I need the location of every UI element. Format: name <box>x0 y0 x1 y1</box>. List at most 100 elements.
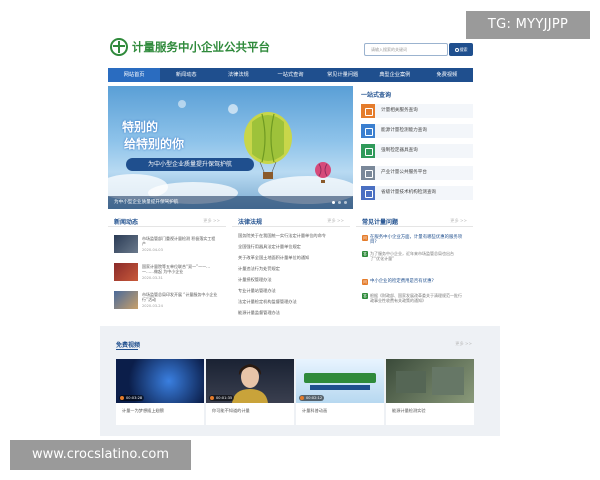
site-title[interactable]: 计量服务中小企业公共平台 <box>132 39 270 55</box>
faq-answer: 为了服务中小企业，近年来市场监管总局也出台了“优化计量” <box>362 251 464 261</box>
video-card[interactable]: 能源计量检测实验 <box>386 359 474 425</box>
banner-headline-1: 特别的 <box>122 120 159 134</box>
video-thumbnail <box>386 359 474 403</box>
video-card[interactable]: 00:02:12 计量科普动画 <box>296 359 384 425</box>
quick-item-provincial[interactable]: 省级计量技术机构检测查询 <box>361 186 473 200</box>
video-duration-badge: 00:03:28 <box>119 395 145 401</box>
video-section: 免费视频 更多 >> 00:03:28 计量—为梦想插上翅膀 00:01:35 … <box>100 326 500 436</box>
watermark-top-right: TG: MYYJJPP <box>466 11 590 39</box>
carousel-dot[interactable] <box>338 201 341 204</box>
news-item[interactable]: 市场监管总局印发开展 “计量服务中小企业行”活动 2020-03-24 <box>114 291 219 311</box>
play-icon <box>120 396 124 400</box>
quick-item-label: 能源计量检测能力查询 <box>381 128 427 133</box>
nav-item-home[interactable]: 网站首页 <box>108 68 161 82</box>
energy-icon <box>361 124 375 138</box>
page: 计量服务中小企业公共平台 请输入搜索的关键词 搜索 网站首页 新闻动态 法律法规… <box>108 32 473 345</box>
video-duration: 00:01:35 <box>216 396 233 400</box>
quick-item-energy[interactable]: 能源计量检测能力查询 <box>361 124 473 138</box>
play-icon <box>300 396 304 400</box>
laws-header: 法律法规 更多 >> <box>232 215 350 227</box>
news-item-text: 市场监管部门重视计量检测 积极落实工程产 <box>142 236 216 247</box>
nav-item-faq[interactable]: 常见计量问题 <box>317 68 369 82</box>
search-button[interactable]: 搜索 <box>449 43 473 56</box>
video-card[interactable]: 00:03:28 计量—为梦想插上翅膀 <box>116 359 204 425</box>
instrument-icon <box>361 144 375 158</box>
video-card-title: 你可能不知道的计量 <box>212 408 250 413</box>
faq-more-link[interactable]: 更多 >> <box>450 218 467 224</box>
watermark-bottom-left: www.crocslatino.com <box>10 440 191 470</box>
law-item[interactable]: 计量授权管理办法 <box>238 277 272 283</box>
video-duration-badge: 00:02:12 <box>299 395 325 401</box>
quick-item-industry[interactable]: 产业计量公共服务平台 <box>361 166 473 180</box>
news-more-link[interactable]: 更多 >> <box>203 218 220 224</box>
law-item[interactable]: 能源计量监督管理办法 <box>238 310 280 316</box>
news-thumbnail <box>114 291 138 309</box>
video-duration-badge: 00:01:35 <box>209 395 235 401</box>
quick-item-label: 省级计量技术机构检测查询 <box>381 190 437 195</box>
carousel-dot[interactable] <box>332 201 335 204</box>
quick-query-title: 一站式查询 <box>361 92 392 99</box>
law-item[interactable]: 全国强行用器具法定计量单位规定 <box>238 244 301 250</box>
carousel-dot[interactable] <box>344 201 347 204</box>
quick-item-measurement-service[interactable]: 计量相关服务查询 <box>361 104 473 118</box>
header: 计量服务中小企业公共平台 请输入搜索的关键词 搜索 <box>108 32 473 66</box>
lab-equipment-shape <box>396 371 426 393</box>
animation-subtitle-strip <box>310 385 370 390</box>
news-item[interactable]: 国家计量院等五单位联合“双一”——…一……做起 为中小企业 2020-03-31 <box>114 263 219 283</box>
video-card-title: 计量科普动画 <box>302 408 328 413</box>
quick-item-label: 产业计量公共服务平台 <box>381 170 427 175</box>
nav-item-cases[interactable]: 典型企业案例 <box>369 68 421 82</box>
service-icon <box>361 104 375 118</box>
lab-equipment-shape <box>432 367 464 395</box>
carousel-dots <box>332 201 347 204</box>
quick-item-mandatory[interactable]: 强制检定器具查询 <box>361 144 473 158</box>
law-item[interactable]: 关于改革全国土地面积计量单位的通知 <box>238 255 309 261</box>
search-input[interactable]: 请输入搜索的关键词 <box>364 43 448 56</box>
bubble-shape <box>228 104 238 114</box>
law-item[interactable]: 专业计量站管理办法 <box>238 288 276 294</box>
banner-caption-bar: 为中小型企业质量提升保驾护航 <box>108 196 353 209</box>
logo-icon[interactable] <box>110 38 128 56</box>
faq-title: 常见计量问题 <box>362 219 399 226</box>
news-header: 新闻动态 更多 >> <box>108 215 226 227</box>
laws-more-link[interactable]: 更多 >> <box>327 218 344 224</box>
banner-headline-2: 给特别的你 <box>124 137 185 151</box>
news-thumbnail <box>114 235 138 253</box>
video-card[interactable]: 00:01:35 你可能不知道的计量 <box>206 359 294 425</box>
quick-item-label: 计量相关服务查询 <box>381 108 418 113</box>
video-title-underline <box>116 349 138 350</box>
quick-item-label: 强制检定器具查询 <box>381 148 418 153</box>
nav-item-laws[interactable]: 法律法规 <box>212 68 264 82</box>
law-item[interactable]: 国务院关于在我国统一实行法定计量单位的命令 <box>238 233 326 239</box>
video-more-link[interactable]: 更多 >> <box>455 341 472 347</box>
institution-icon <box>361 186 375 200</box>
animation-title-strip <box>304 373 376 383</box>
video-card-title: 能源计量检测实验 <box>392 408 426 413</box>
video-title: 免费视频 <box>116 342 141 349</box>
main-nav: 网站首页 新闻动态 法律法规 一站式查询 常见计量问题 典型企业案例 免费视频 <box>108 68 473 82</box>
play-icon <box>210 396 214 400</box>
nav-item-videos[interactable]: 免费视频 <box>421 68 473 82</box>
faq-question[interactable]: 中小企业的检定费用是否有优惠? <box>362 279 464 286</box>
law-item[interactable]: 法定计量检定机构监督管理办法 <box>238 299 297 305</box>
video-duration: 00:03:28 <box>126 396 143 400</box>
industry-icon <box>361 166 375 180</box>
law-item[interactable]: 计量违法行为处罚规定 <box>238 266 280 272</box>
search-button-label: 搜索 <box>459 47 468 52</box>
small-balloon-illustration <box>315 162 331 183</box>
nav-item-news[interactable]: 新闻动态 <box>160 68 212 82</box>
news-item-date: 2020-03-31 <box>142 276 163 280</box>
faq-answer: 根据《财政部、国家发展改革委关于清理规范一批行政事业性收费有关政策的通知》 <box>362 293 464 303</box>
news-item[interactable]: 市场监管部门重视计量检测 积极落实工程产 2020-04-03 <box>114 235 219 255</box>
news-item-date: 2020-04-03 <box>142 248 163 252</box>
faq-header: 常见计量问题 更多 >> <box>356 215 473 227</box>
nav-item-query[interactable]: 一站式查询 <box>264 68 316 82</box>
news-item-text: 国家计量院等五单位联合“双一”——…一……做起 为中小企业 <box>142 264 211 275</box>
banner-carousel[interactable]: 特别的 给特别的你 为中小型企业质量提升保驾护航 为中小型企业质量提升保驾护航 <box>108 86 353 209</box>
news-item-date: 2020-03-24 <box>142 304 163 308</box>
laws-title: 法律法规 <box>238 219 263 226</box>
video-card-title: 计量—为梦想插上翅膀 <box>122 408 164 413</box>
bubble-shape <box>178 100 186 108</box>
banner-caption[interactable]: 为中小型企业质量提升保驾护航 <box>114 196 178 209</box>
faq-question[interactable]: 在服务中小企业方面，计量有哪些优惠的服务项目? <box>362 235 464 246</box>
